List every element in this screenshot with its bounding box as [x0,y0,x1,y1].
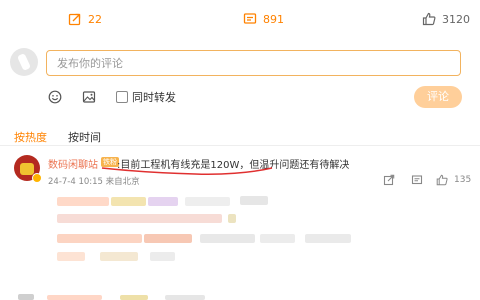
repost-checkbox-label: 同时转发 [132,91,176,104]
comment-time-location: 24-7-4 10:15 来自北京 [48,177,140,187]
image-icon[interactable] [82,90,96,104]
comment-count: 891 [263,12,284,26]
submit-comment-button[interactable]: 评论 [414,86,462,108]
share-icon [383,174,395,186]
emoji-icon[interactable] [48,90,62,104]
comment-stat[interactable]: 891 [243,10,284,28]
like-icon [436,174,448,186]
tab-divider [0,145,480,146]
comment-username[interactable]: 数码闲聊站 [48,156,98,171]
reply-button[interactable] [411,174,423,186]
comment-like-button[interactable]: 135 [436,174,471,186]
like-count: 3120 [442,12,470,26]
verified-badge-icon [32,173,42,183]
cropped-post-text [0,0,480,6]
repost-icon [68,13,81,26]
tab-sort-hot[interactable]: 按热度 [14,129,47,145]
comment-like-count: 135 [454,175,472,185]
comment-input[interactable]: 发布你的评论 [46,50,461,76]
share-button[interactable] [383,174,395,186]
repost-stat[interactable]: 22 [68,10,102,28]
like-icon [422,12,436,26]
comment-icon [243,13,257,24]
current-user-avatar [10,48,38,76]
reply-icon [411,175,423,185]
composer-tools: 同时转发 [48,88,176,106]
tab-sort-time[interactable]: 按时间 [68,129,101,145]
repost-checkbox[interactable] [116,91,128,103]
repost-count: 22 [88,12,102,26]
like-stat[interactable]: 3120 [422,10,470,28]
